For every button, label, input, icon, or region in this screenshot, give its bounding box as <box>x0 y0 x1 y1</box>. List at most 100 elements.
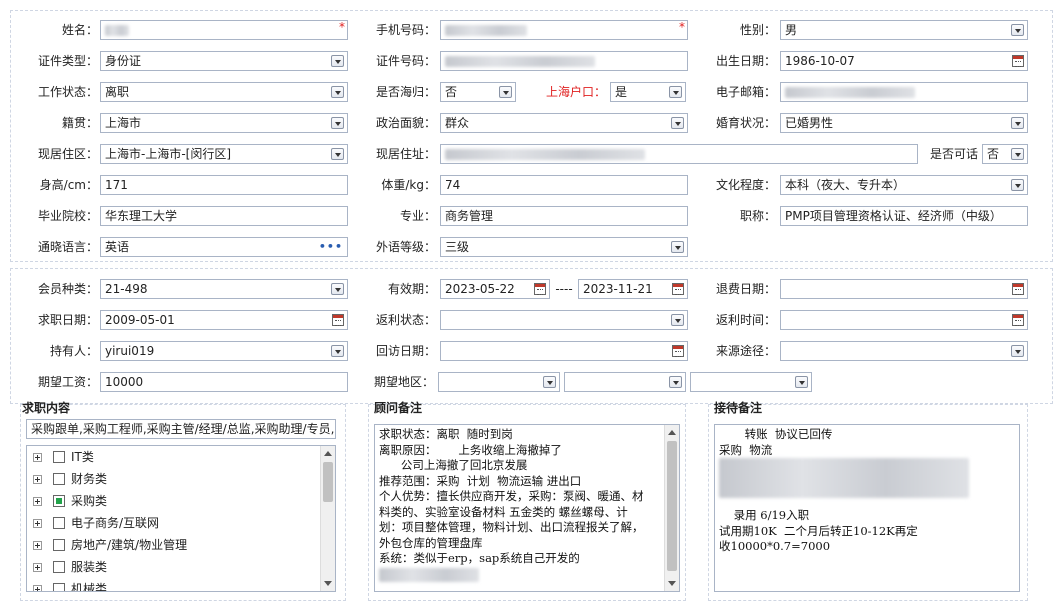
tree-checkbox[interactable] <box>53 517 65 529</box>
region-province-select[interactable] <box>438 372 560 392</box>
scroll-thumb[interactable] <box>667 441 677 571</box>
plus-box-icon[interactable] <box>33 519 42 528</box>
plus-box-icon[interactable] <box>33 563 42 572</box>
reception-notes-textarea[interactable]: 转账 协议已回传 采购 物流 录用 6/19入职 试用期10K 二个月后转正10… <box>714 424 1020 592</box>
holder-select[interactable]: yirui019 <box>100 341 348 361</box>
chevron-down-icon[interactable] <box>331 283 344 295</box>
school-field[interactable]: 华东理工大学 <box>100 206 348 226</box>
chevron-down-icon[interactable] <box>331 117 344 129</box>
lang-level-select[interactable]: 三级 <box>440 237 688 257</box>
calendar-icon[interactable] <box>332 314 344 326</box>
calendar-icon[interactable] <box>1012 314 1024 326</box>
chevron-down-icon[interactable] <box>331 345 344 357</box>
ellipsis-icon[interactable]: ••• <box>319 241 343 252</box>
calendar-icon[interactable] <box>1012 55 1024 67</box>
chevron-down-icon[interactable] <box>1011 179 1024 191</box>
plus-box-icon[interactable] <box>33 453 42 462</box>
tree-checkbox-checked[interactable] <box>53 495 65 507</box>
tree-checkbox[interactable] <box>53 561 65 573</box>
address-field[interactable] <box>440 144 918 164</box>
height-field[interactable]: 171 <box>100 175 348 195</box>
validity-to-field[interactable]: 2023-11-21 <box>578 279 688 299</box>
residence-area-select[interactable]: 上海市-上海市-[闵行区] <box>100 144 348 164</box>
validity-from-field[interactable]: 2023-05-22 <box>440 279 550 299</box>
tree-item-purchasing[interactable]: 采购类 <box>27 491 317 511</box>
gender-value: 男 <box>785 23 798 37</box>
language-field[interactable]: 英语 ••• <box>100 237 348 257</box>
tree-checkbox[interactable] <box>53 473 65 485</box>
chevron-down-icon[interactable] <box>669 376 682 388</box>
visitable-select[interactable]: 否 <box>982 144 1028 164</box>
tree-item-finance[interactable]: 财务类 <box>27 469 317 489</box>
lang-level-label: 外语等级： <box>375 240 436 254</box>
chevron-down-icon[interactable] <box>499 86 512 98</box>
source-select[interactable] <box>780 341 1028 361</box>
birth-date-field[interactable]: 1986-10-07 <box>780 51 1028 71</box>
tree-checkbox[interactable] <box>53 539 65 551</box>
chevron-down-icon[interactable] <box>543 376 556 388</box>
chevron-down-icon[interactable] <box>795 376 808 388</box>
phone-field[interactable]: * <box>440 20 688 40</box>
calendar-icon[interactable] <box>534 283 546 295</box>
tree-checkbox[interactable] <box>53 583 65 591</box>
tree-item-it[interactable]: IT类 <box>27 447 317 467</box>
major-field[interactable]: 商务管理 <box>440 206 688 226</box>
calendar-icon[interactable] <box>1012 283 1024 295</box>
sh-hukou-select[interactable]: 是 <box>610 82 686 102</box>
chevron-down-icon[interactable] <box>671 241 684 253</box>
education-select[interactable]: 本科（夜大、专升本） <box>780 175 1028 195</box>
consultant-notes-textarea[interactable]: 求职状态：离职 随时到岗 离职原因： 上务收缩上海撤掉了 公司上海撤了回北京发展… <box>374 424 680 592</box>
job-date-field[interactable]: 2009-05-01 <box>100 310 348 330</box>
member-type-select[interactable]: 21-498 <box>100 279 348 299</box>
region-city-select[interactable] <box>564 372 686 392</box>
email-field[interactable] <box>780 82 1028 102</box>
chevron-down-icon[interactable] <box>671 117 684 129</box>
id-type-select[interactable]: 身份证 <box>100 51 348 71</box>
chevron-down-icon[interactable] <box>669 86 682 98</box>
work-status-select[interactable]: 离职 <box>100 82 348 102</box>
chevron-down-icon[interactable] <box>331 55 344 67</box>
plus-box-icon[interactable] <box>33 541 42 550</box>
title-field[interactable]: PMP项目管理资格认证、经济师（中级） <box>780 206 1028 226</box>
chevron-down-icon[interactable] <box>1011 117 1024 129</box>
plus-box-icon[interactable] <box>33 475 42 484</box>
salary-field[interactable]: 10000 <box>100 372 348 392</box>
rebate-status-select[interactable] <box>440 310 688 330</box>
scroll-up-icon[interactable] <box>668 430 676 435</box>
political-select[interactable]: 群众 <box>440 113 688 133</box>
chevron-down-icon[interactable] <box>331 148 344 160</box>
id-no-field[interactable] <box>440 51 688 71</box>
calendar-icon[interactable] <box>672 345 684 357</box>
chevron-down-icon[interactable] <box>1011 345 1024 357</box>
native-select[interactable]: 上海市 <box>100 113 348 133</box>
scroll-down-icon[interactable] <box>668 581 676 586</box>
scroll-down-icon[interactable] <box>324 581 332 586</box>
scroll-thumb[interactable] <box>323 462 333 502</box>
chevron-down-icon[interactable] <box>1011 148 1024 160</box>
tree-item-ecommerce[interactable]: 电子商务/互联网 <box>27 513 317 533</box>
calendar-icon[interactable] <box>672 283 684 295</box>
visit-date-field[interactable] <box>440 341 688 361</box>
job-category-tree[interactable]: IT类 财务类 采购类 电子商务/互联网 房地产/建筑/物业管理 服装类 机械类 <box>26 445 336 592</box>
tree-checkbox[interactable] <box>53 451 65 463</box>
name-field[interactable]: * <box>100 20 348 40</box>
notes-scrollbar[interactable] <box>664 425 679 591</box>
weight-field[interactable]: 74 <box>440 175 688 195</box>
chevron-down-icon[interactable] <box>1011 24 1024 36</box>
rebate-time-field[interactable] <box>780 310 1028 330</box>
marital-select[interactable]: 已婚男性 <box>780 113 1028 133</box>
tree-item-realestate[interactable]: 房地产/建筑/物业管理 <box>27 535 317 555</box>
tree-item-machinery[interactable]: 机械类 <box>27 579 317 591</box>
refund-date-field[interactable] <box>780 279 1028 299</box>
returnee-select[interactable]: 否 <box>440 82 516 102</box>
tree-item-apparel[interactable]: 服装类 <box>27 557 317 577</box>
chevron-down-icon[interactable] <box>671 314 684 326</box>
job-intent-summary[interactable]: 采购跟单,采购工程师,采购主管/经理/总监,采购助理/专员,( <box>26 419 336 439</box>
gender-select[interactable]: 男 <box>780 20 1028 40</box>
scroll-up-icon[interactable] <box>324 451 332 456</box>
region-district-select[interactable] <box>690 372 812 392</box>
plus-box-icon[interactable] <box>33 497 42 506</box>
plus-box-icon[interactable] <box>33 585 42 591</box>
chevron-down-icon[interactable] <box>331 86 344 98</box>
tree-scrollbar[interactable] <box>320 446 335 591</box>
